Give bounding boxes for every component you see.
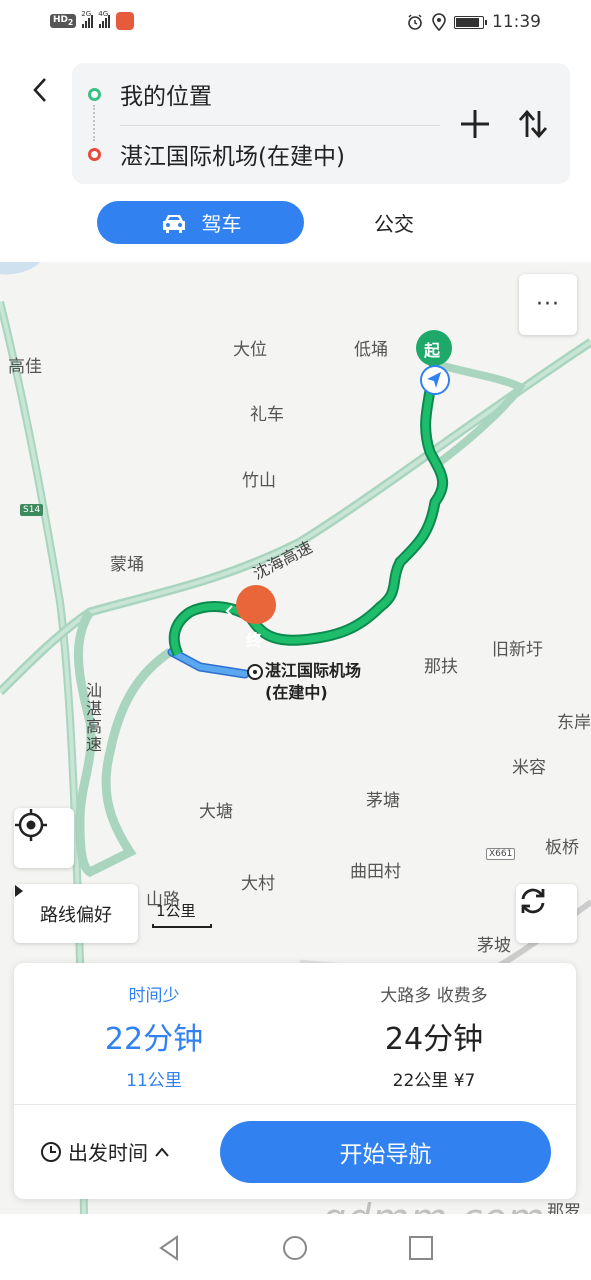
place-label: 那罗 (547, 1202, 581, 1214)
route-option-time: 22分钟 (104, 1022, 204, 1057)
origin-row[interactable]: 我的位置 (72, 66, 452, 122)
place-label: 低埇 (354, 340, 388, 360)
hd-badge: HD2 (50, 14, 77, 28)
route-option-distance: 22公里 (392, 1071, 449, 1091)
route-option-highway[interactable]: 大路多 收费多 24分钟 22公里 ¥7 (304, 981, 564, 1091)
destination-dot-icon (88, 147, 101, 161)
route-options-panel: 时间少 22分钟 11公里 大路多 收费多 24分钟 22公里 ¥7 出发时间 … (14, 963, 576, 1199)
place-label: 曲田村 (350, 862, 401, 882)
tab-transit[interactable]: 公交 (348, 201, 440, 244)
location-icon (432, 13, 446, 31)
route-option-fastest[interactable]: 时间少 22分钟 11公里 (24, 981, 284, 1091)
map-scale: 1公里 (152, 900, 214, 930)
clock: 11:39 (492, 12, 541, 32)
route-option-time: 24分钟 (384, 1022, 484, 1057)
more-button[interactable]: ··· (519, 274, 577, 335)
place-label: 那扶 (424, 657, 458, 677)
chevron-up-icon (155, 1146, 169, 1157)
route-preference-button[interactable]: 路线偏好 (14, 884, 138, 943)
road-label: 汕湛高速 (86, 681, 103, 754)
start-marker-label: 起 (424, 341, 441, 360)
origin-dot-icon (88, 87, 101, 101)
place-label: 旧新圩 (492, 640, 543, 660)
locate-button[interactable] (14, 808, 74, 868)
more-icon: ··· (536, 292, 560, 317)
route-option-distance: 11公里 (126, 1071, 182, 1091)
destination-row[interactable]: 湛江国际机场(在建中) (72, 126, 452, 182)
place-label: 高佳 (8, 357, 42, 377)
place-label: 茅塘 (366, 791, 400, 811)
route-option-toll: ¥7 (453, 1071, 476, 1091)
home-nav-icon[interactable] (281, 1234, 309, 1262)
caret-right-icon (15, 885, 23, 897)
place-label: 大村 (241, 874, 275, 894)
destination-map-label[interactable]: 湛江国际机场 (在建中) (265, 660, 361, 704)
route-option-tag: 大路多 收费多 (380, 986, 488, 1006)
swap-icon (518, 109, 548, 139)
plus-icon (461, 110, 489, 138)
origin-text: 我的位置 (120, 84, 212, 110)
place-label: 东岸 (557, 713, 591, 733)
signal-icon: 4G (98, 10, 111, 28)
back-button[interactable] (24, 74, 56, 106)
place-label: 茅坡 (477, 936, 511, 956)
place-label: 大塘 (199, 802, 233, 822)
place-label: 礼车 (250, 405, 284, 425)
clock-icon (41, 1141, 61, 1162)
tab-drive-label: 驾车 (201, 212, 242, 236)
tab-transit-label: 公交 (374, 212, 414, 236)
departure-time-button[interactable]: 出发时间 (40, 1137, 170, 1166)
place-label: 大位 (233, 340, 267, 360)
route-input-card: 我的位置 湛江国际机场(在建中) (72, 63, 570, 184)
road-shield-s14: S14 (20, 504, 44, 516)
app-root: HD2 2G 4G 11:39 我的位置 湛江国际机场(在建中) 驾车 公交 起… (0, 0, 591, 1280)
battery-icon (454, 15, 487, 29)
tab-drive[interactable]: 驾车 (97, 201, 304, 244)
app-notification-icon (116, 12, 135, 30)
place-label: 蒙埇 (110, 555, 144, 575)
swap-route-button[interactable] (516, 107, 550, 141)
end-marker-label: 终 (246, 631, 263, 650)
car-icon (162, 214, 185, 233)
add-waypoint-button[interactable] (458, 107, 492, 141)
destination-text: 湛江国际机场(在建中) (120, 144, 345, 170)
signal-icon: 2G (81, 10, 94, 28)
crosshair-icon (15, 809, 47, 841)
place-label: 米容 (512, 758, 546, 778)
chevron-left-icon (33, 78, 46, 102)
system-nav-bar (0, 1214, 591, 1280)
road-shield: X661 (486, 848, 516, 860)
place-label: 板桥 (545, 838, 579, 858)
back-nav-icon[interactable] (155, 1234, 183, 1262)
route-option-tag: 时间少 (128, 986, 180, 1006)
alarm-icon (408, 14, 422, 30)
status-bar: HD2 2G 4G 11:39 (0, 0, 591, 44)
recents-nav-icon[interactable] (407, 1234, 435, 1262)
refresh-button[interactable] (516, 884, 577, 943)
start-navigation-button[interactable]: 开始导航 (220, 1121, 551, 1183)
place-label: 竹山 (242, 471, 276, 491)
refresh-icon (521, 888, 545, 914)
